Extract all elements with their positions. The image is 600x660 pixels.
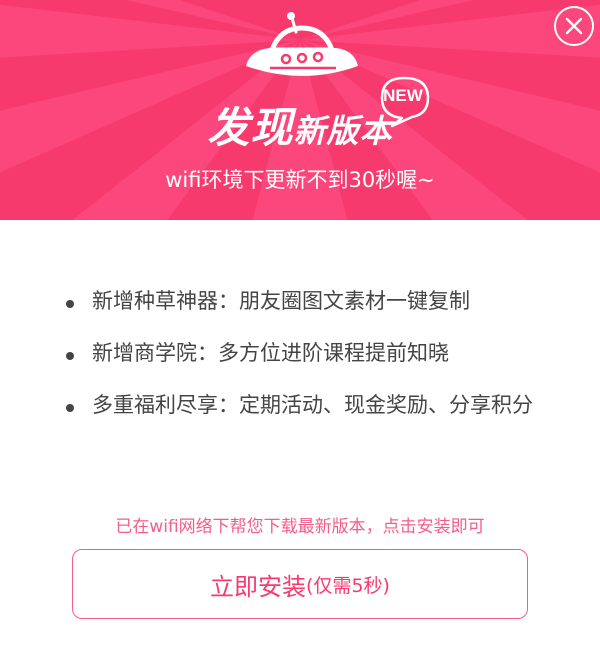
new-badge: NEW [383, 86, 423, 105]
feature-list: 新增种草神器：朋友圈图文素材一键复制 新增商学院：多方位进阶课程提前知晓 多重福… [66, 286, 556, 442]
close-icon [565, 17, 583, 35]
dialog-header: 发现新版本 NEW wifi环境下更新不到30秒喔~ [0, 0, 600, 220]
list-item: 多重福利尽享：定期活动、现金奖励、分享积分 [66, 390, 556, 421]
dialog-subtitle: wifi环境下更新不到30秒喔~ [165, 168, 435, 192]
feature-text: 新增商学院：多方位进阶课程提前知晓 [92, 341, 449, 365]
download-notice: 已在wifi网络下帮您下载最新版本，点击安装即可 [115, 517, 485, 537]
list-item: 新增商学院：多方位进阶课程提前知晓 [66, 338, 556, 369]
feature-text: 多重福利尽享：定期活动、现金奖励、分享积分 [92, 393, 533, 417]
close-button[interactable] [554, 6, 594, 46]
list-item: 新增种草神器：朋友圈图文素材一键复制 [66, 286, 556, 317]
feature-text: 新增种草神器：朋友圈图文素材一键复制 [92, 289, 470, 313]
install-label: 立即安装 [210, 572, 307, 601]
title-main: 发现 [207, 103, 294, 152]
update-dialog: 发现新版本 NEW wifi环境下更新不到30秒喔~ 新增种草神器：朋友圈图文素… [0, 0, 600, 660]
bullet-icon [66, 352, 74, 360]
bullet-icon [66, 300, 74, 308]
install-note: (仅需5秒) [306, 574, 390, 597]
dialog-title: 发现新版本 [0, 98, 600, 158]
install-button[interactable]: 立即安装 (仅需5秒) [72, 549, 528, 619]
ufo-icon [246, 12, 358, 76]
bullet-icon [66, 404, 74, 412]
